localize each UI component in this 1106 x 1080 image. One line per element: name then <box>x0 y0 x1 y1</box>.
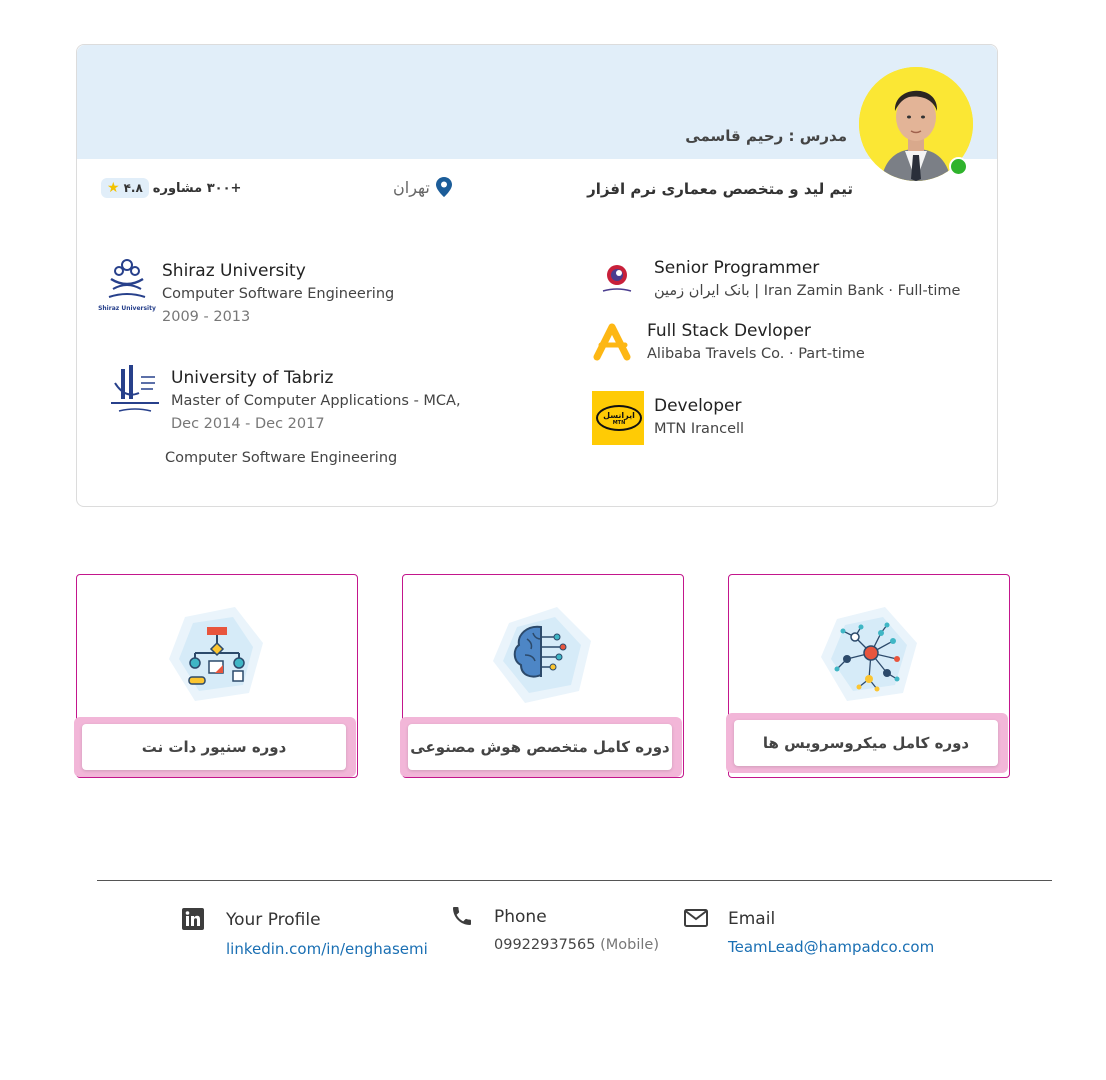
iran-zamin-bank-logo <box>597 261 637 299</box>
linkedin-link[interactable]: linkedin.com/in/enghasemi <box>226 940 428 958</box>
phone-number[interactable]: 09922937565 <box>494 937 595 953</box>
consult-rating: ★ ۴.۸ +۳۰۰ مشاوره <box>101 178 241 198</box>
email-link[interactable]: TeamLead@hampadco.com <box>728 938 934 956</box>
online-status-dot <box>949 157 968 176</box>
location: تهران <box>393 177 452 197</box>
course-title[interactable]: دوره کامل میکروسرویس ها <box>734 720 998 766</box>
edu-school[interactable]: University of Tabriz <box>171 368 333 388</box>
edu-degree: Master of Computer Applications - MCA, <box>171 393 461 409</box>
edu-degree: Computer Software Engineering <box>162 286 395 302</box>
exp-title[interactable]: Full Stack Devloper <box>647 321 811 341</box>
mtn-logo-oval: ایرانسل MTN <box>596 405 642 431</box>
exp-title[interactable]: Developer <box>654 396 741 416</box>
rating-badge: ★ ۴.۸ <box>101 178 149 198</box>
rating-value: ۴.۸ <box>123 181 143 195</box>
course-card[interactable]: دوره سنیور دات نت <box>74 574 358 778</box>
course-label-frame: دوره سنیور دات نت <box>74 717 356 777</box>
alibaba-logo <box>593 323 631 361</box>
edu-dates: 2009 - 2013 <box>162 309 251 325</box>
phone-title: Phone <box>494 907 547 927</box>
tabriz-university-logo <box>105 363 165 421</box>
footer-divider <box>97 880 1052 881</box>
teacher-name: مدرس : رحیم قاسمی <box>685 127 847 145</box>
consultation-count: +۳۰۰ مشاوره <box>152 180 242 196</box>
email-icon <box>684 909 708 927</box>
course-title[interactable]: دوره کامل متخصص هوش مصنوعی <box>408 724 672 770</box>
profile-banner <box>77 45 997 159</box>
exp-title[interactable]: Senior Programmer <box>654 258 819 278</box>
location-text: تهران <box>393 177 430 197</box>
email-title: Email <box>728 909 776 929</box>
exp-company: MTN Irancell <box>654 421 745 437</box>
edu-field: Computer Software Engineering <box>165 450 398 466</box>
course-card[interactable]: دوره کامل متخصص هوش مصنوعی <box>400 574 684 778</box>
exp-company: Alibaba Travels Co. · Part-time <box>647 346 865 362</box>
course-card[interactable]: دوره کامل میکروسرویس ها <box>726 574 1010 778</box>
mtn-logo-sub: MTN <box>612 419 626 426</box>
location-pin-icon <box>435 177 452 197</box>
phone-icon <box>453 907 471 925</box>
mtn-irancell-logo: ایرانسل MTN <box>592 391 644 445</box>
edu-school[interactable]: Shiraz University <box>162 261 306 281</box>
phone-type: (Mobile) <box>600 937 659 953</box>
edu-dates: Dec 2014 - Dec 2017 <box>171 416 325 432</box>
profile-card: مدرس : رحیم قاسمی تیم لید و متخصص معماری… <box>76 44 998 507</box>
course-title[interactable]: دوره سنیور دات نت <box>82 724 346 770</box>
flowchart-icon <box>169 607 263 701</box>
profile-headline: تیم لید و متخصص معماری نرم افزار <box>587 180 853 198</box>
course-label-frame: دوره کامل میکروسرویس ها <box>726 713 1008 773</box>
linkedin-title: Your Profile <box>226 910 321 930</box>
mtn-logo-text: ایرانسل <box>603 410 635 420</box>
brain-icon <box>493 607 591 703</box>
network-icon <box>821 607 917 701</box>
course-label-frame: دوره کامل متخصص هوش مصنوعی <box>400 717 682 777</box>
linkedin-icon[interactable] <box>182 908 204 930</box>
exp-company: بانک ایران زمین | Iran Zamin Bank · Full… <box>654 283 961 299</box>
shiraz-logo-caption: Shiraz University <box>98 305 156 312</box>
phone-line: 09922937565 (Mobile) <box>494 937 659 953</box>
shiraz-university-logo: Shiraz University <box>97 255 157 315</box>
star-icon: ★ <box>107 180 120 196</box>
